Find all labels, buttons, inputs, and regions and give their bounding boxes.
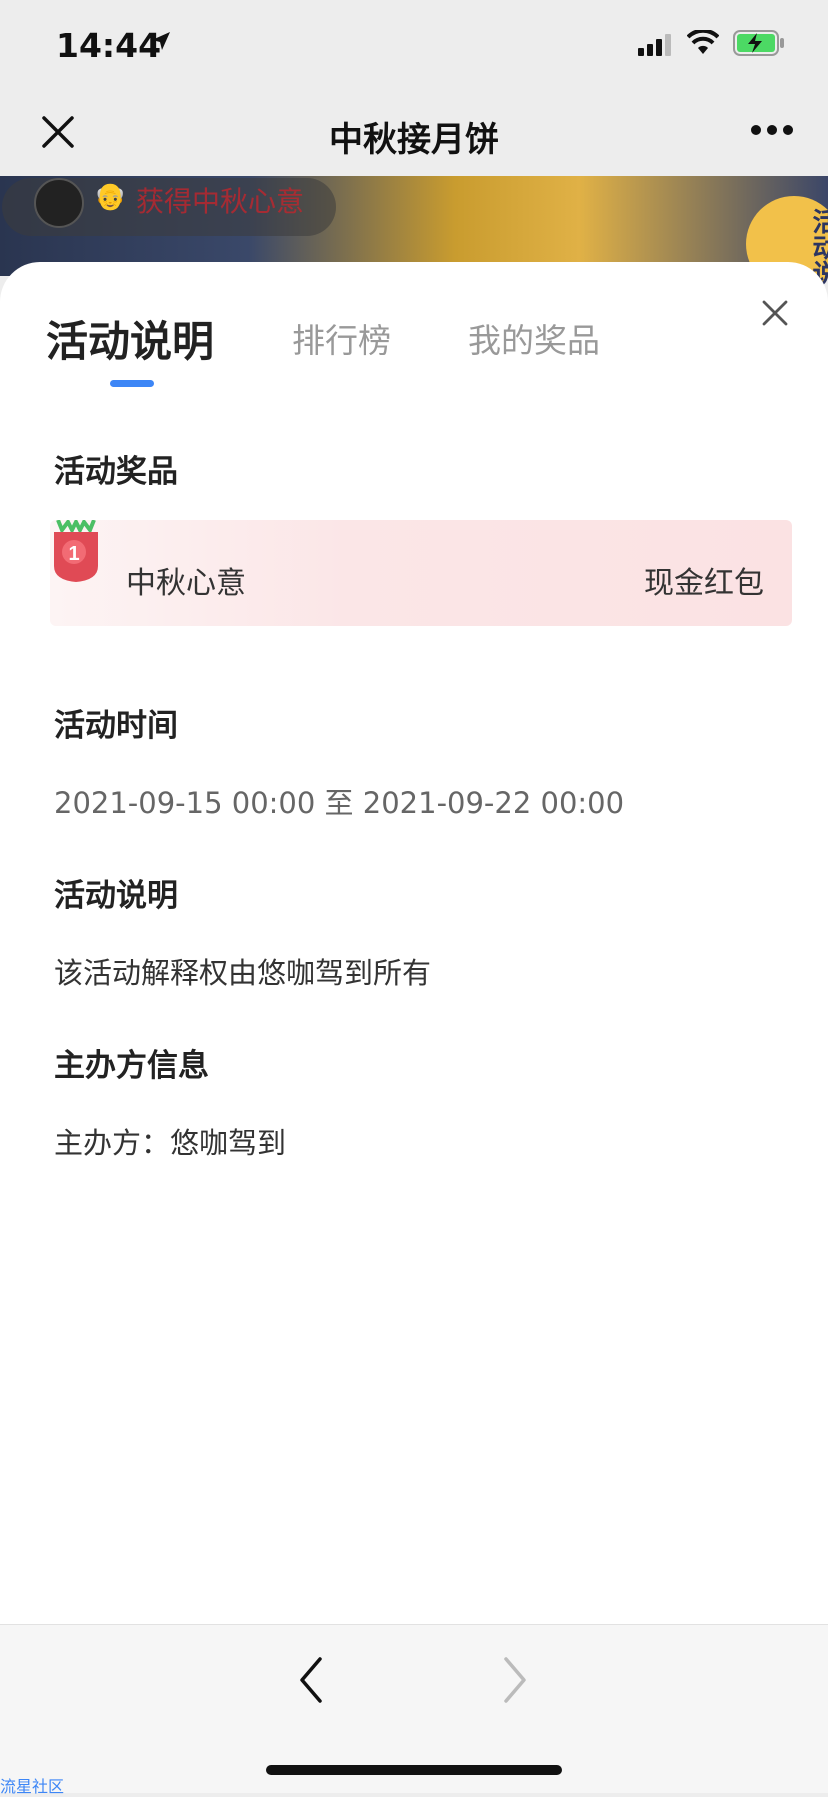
browser-toolbar: 流星社区 [0, 1624, 828, 1796]
medal-rank: 1 [68, 543, 79, 565]
prizes-heading: 活动奖品 [54, 454, 178, 490]
desc-value: 该活动解释权由悠咖驾到所有 [54, 956, 432, 990]
banner-text: 获得中秋心意 [136, 185, 305, 218]
back-arrow-icon[interactable] [296, 1655, 326, 1705]
rank-medal-icon: 1 [54, 520, 98, 582]
forward-arrow-icon[interactable] [500, 1655, 530, 1705]
sheet-close-icon[interactable] [760, 298, 790, 328]
home-indicator [266, 1765, 562, 1775]
prize-type: 现金红包 [644, 566, 764, 601]
cellular-signal-icon [638, 34, 671, 56]
prize-name: 中秋心意 [126, 566, 246, 601]
time-heading: 活动时间 [54, 708, 178, 744]
banner-emoji: 👴 [94, 182, 127, 212]
activity-sheet: 活动说明 排行榜 我的奖品 活动奖品 1 中秋心意 现金红包 活动时间 2021… [0, 262, 828, 1792]
status-bar: 14:44 [0, 0, 828, 90]
location-arrow-icon [152, 32, 170, 50]
avatar [34, 178, 84, 228]
time-value: 2021-09-15 00:00 至 2021-09-22 00:00 [54, 786, 625, 820]
desc-heading: 活动说明 [54, 878, 178, 914]
watermark: 流星社区 [0, 1777, 65, 1796]
nav-bar: 中秋接月饼 [0, 90, 828, 176]
more-icon[interactable] [750, 124, 794, 136]
wifi-icon [687, 30, 719, 54]
battery-charging-icon [733, 30, 784, 56]
organizer-value: 主办方：悠咖驾到 [54, 1126, 287, 1160]
status-time: 14:44 [56, 26, 162, 65]
organizer-heading: 主办方信息 [54, 1048, 209, 1084]
page-title: 中秋接月饼 [329, 120, 499, 160]
tab-activity-info[interactable]: 活动说明 [46, 308, 214, 369]
tab-leaderboard[interactable]: 排行榜 [292, 314, 391, 362]
active-tab-indicator [110, 380, 154, 387]
tab-my-prizes[interactable]: 我的奖品 [468, 314, 600, 362]
